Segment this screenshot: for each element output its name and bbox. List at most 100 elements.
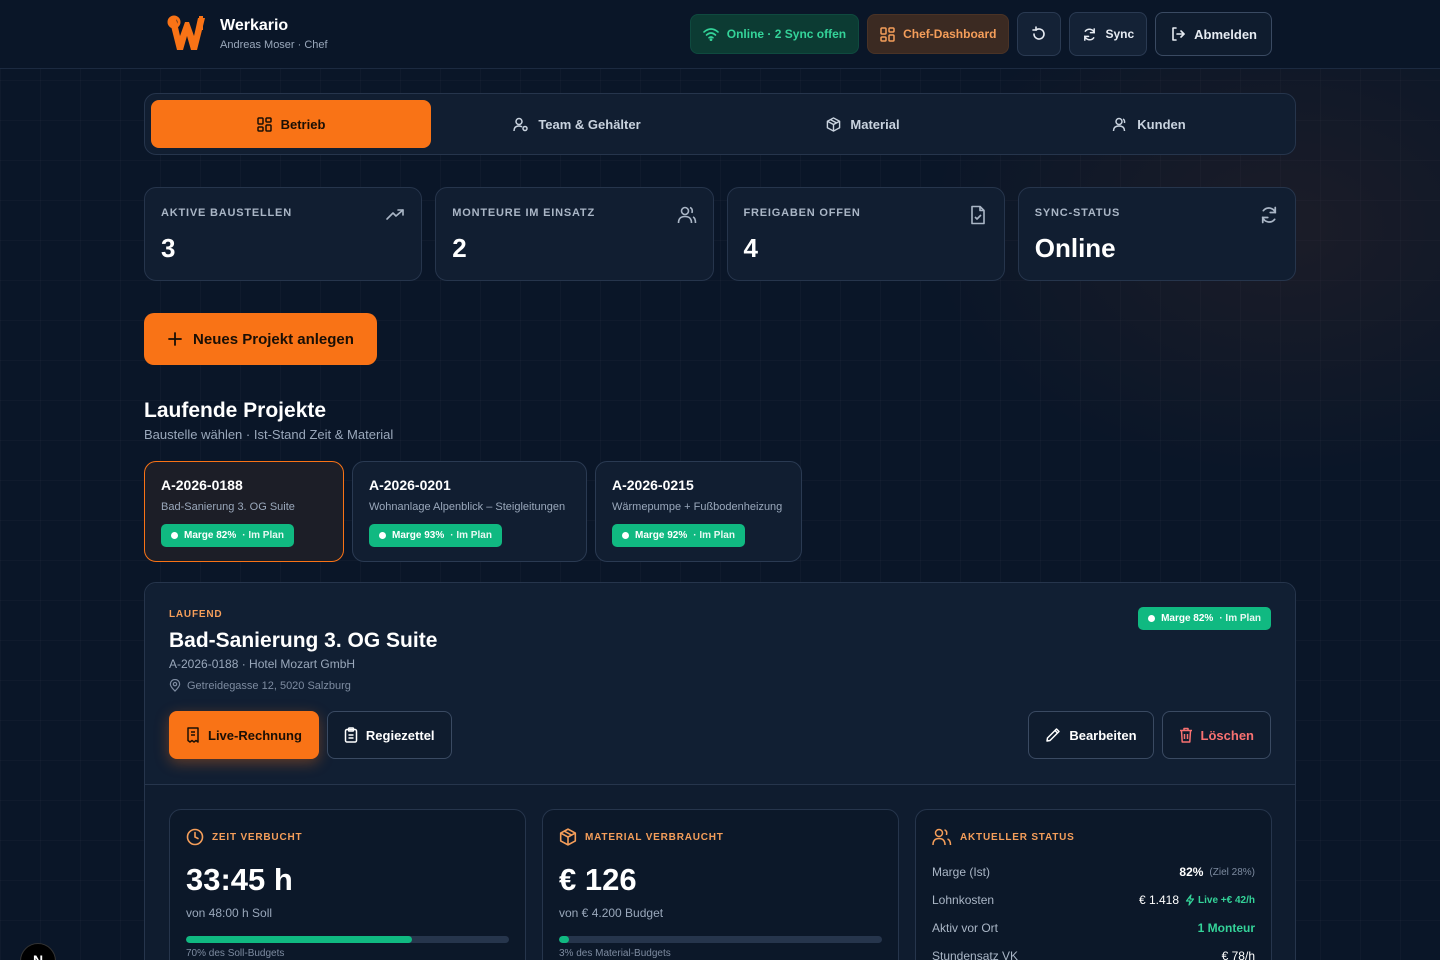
status-dot bbox=[1148, 615, 1156, 622]
new-project-label: Neues Projekt anlegen bbox=[193, 330, 354, 348]
delete-label: Löschen bbox=[1200, 727, 1254, 743]
primary-actions: Live-Rechnung Regiezettel bbox=[169, 711, 452, 759]
users-icon bbox=[1113, 117, 1126, 131]
online-status-label: Online · 2 Sync offen bbox=[726, 27, 847, 41]
project-card[interactable]: A-2026-0215 Wärmepumpe + Fußbodenheizung… bbox=[595, 461, 802, 562]
project-address: Getreidegasse 12, 5020 Salzburg bbox=[169, 679, 351, 692]
project-name: Bad-Sanierung 3. OG Suite bbox=[161, 501, 295, 513]
live-invoice-label: Live-Rechnung bbox=[208, 727, 302, 743]
detail-header: LAUFEND Bad-Sanierung 3. OG Suite A-2026… bbox=[145, 583, 1295, 785]
receipt-icon bbox=[187, 727, 199, 743]
marge-value: 82% bbox=[1179, 865, 1204, 879]
marge-badge: Marge 82% · Im Plan bbox=[1138, 607, 1271, 630]
logout-icon bbox=[1172, 27, 1185, 41]
box-icon bbox=[559, 828, 577, 846]
plan-label: · Im Plan bbox=[1219, 613, 1261, 624]
plan-label: · Im Plan bbox=[242, 530, 284, 541]
clock-icon bbox=[186, 828, 204, 846]
plan-label: · Im Plan bbox=[693, 530, 735, 541]
top-bar: Werkario Andreas Moser · Chef Online · 2… bbox=[0, 0, 1440, 69]
trash-icon bbox=[1179, 727, 1192, 743]
live-invoice-button[interactable]: Live-Rechnung bbox=[169, 711, 319, 759]
kpi-value: 2 bbox=[452, 233, 467, 263]
project-list: A-2026-0188 Bad-Sanierung 3. OG Suite Ma… bbox=[144, 461, 802, 562]
project-title: Bad-Sanierung 3. OG Suite bbox=[169, 629, 438, 652]
time-progress-fill bbox=[186, 936, 413, 943]
kpi-freigaben[interactable]: FREIGABEN OFFEN 4 bbox=[726, 187, 1005, 281]
project-id: A-2026-0215 bbox=[612, 477, 694, 493]
delete-button[interactable]: Löschen bbox=[1161, 711, 1271, 759]
chef-dashboard-button[interactable]: Chef-Dashboard bbox=[867, 14, 1010, 54]
users-icon bbox=[932, 828, 952, 846]
time-card: ZEIT VERBUCHT 33:45 h von 48:00 h Soll 7… bbox=[169, 809, 526, 960]
status-card: AKTUELLER STATUS Marge (Ist) 82% (Ziel 2… bbox=[915, 809, 1272, 960]
new-project-button[interactable]: Neues Projekt anlegen bbox=[144, 313, 377, 365]
time-card-label: ZEIT VERBUCHT bbox=[186, 828, 509, 846]
status-row-aktiv: Aktiv vor Ort 1 Monteur bbox=[932, 914, 1255, 942]
tab-team[interactable]: Team & Gehälter bbox=[437, 100, 717, 148]
marge-label: Marge 82% bbox=[184, 530, 237, 541]
projects-title: Laufende Projekte bbox=[144, 399, 327, 422]
time-progress-caption: 70% des Soll-Budgets bbox=[186, 948, 285, 959]
project-card[interactable]: A-2026-0201 Wohnanlage Alpenblick – Stei… bbox=[352, 461, 587, 562]
time-progress-bar bbox=[186, 936, 509, 943]
map-pin-icon bbox=[169, 679, 181, 692]
live-rate: Live +€ 42/h bbox=[1185, 894, 1255, 906]
project-name: Wohnanlage Alpenblick – Steigleitungen bbox=[369, 501, 566, 513]
kpi-aktive-baustellen[interactable]: AKTIVE BAUSTELLEN 3 bbox=[144, 187, 423, 281]
row-key: Stundensatz VK bbox=[932, 949, 1019, 960]
refresh-icon bbox=[1084, 27, 1096, 41]
pencil-icon bbox=[1046, 728, 1061, 742]
satz-value: € 78/h bbox=[1221, 949, 1255, 960]
plus-icon bbox=[168, 332, 182, 346]
bolt-icon bbox=[1185, 894, 1195, 906]
edit-label: Bearbeiten bbox=[1069, 727, 1137, 743]
kpi-label: SYNC-STATUS bbox=[1034, 207, 1121, 219]
kpi-sync-status[interactable]: SYNC-STATUS Online bbox=[1017, 187, 1296, 281]
row-key: Marge (Ist) bbox=[932, 865, 991, 879]
wifi-icon bbox=[702, 28, 719, 41]
kpi-value: 3 bbox=[161, 233, 176, 263]
tab-material[interactable]: Material bbox=[723, 100, 1003, 148]
marge-badge: Marge 93% · Im Plan bbox=[369, 524, 502, 547]
project-status: LAUFEND bbox=[169, 609, 223, 620]
marge-target: (Ziel 28%) bbox=[1209, 866, 1255, 878]
status-dot bbox=[622, 532, 629, 539]
address-text: Getreidegasse 12, 5020 Salzburg bbox=[187, 679, 351, 692]
grid-icon bbox=[880, 26, 895, 42]
tab-betrieb[interactable]: Betrieb bbox=[151, 100, 431, 148]
material-progress-caption: 3% des Material-Budgets bbox=[559, 948, 671, 959]
clipboard-icon bbox=[344, 727, 358, 743]
kpi-monteure[interactable]: MONTEURE IM EINSATZ 2 bbox=[435, 187, 714, 281]
time-sub: von 48:00 h Soll bbox=[186, 906, 273, 920]
brand[interactable]: Werkario Andreas Moser · Chef bbox=[166, 14, 328, 54]
dev-indicator-badge[interactable]: N bbox=[20, 943, 56, 960]
marge-label: Marge 82% bbox=[1161, 613, 1214, 624]
kpi-label: AKTIVE BAUSTELLEN bbox=[161, 207, 292, 219]
project-card[interactable]: A-2026-0188 Bad-Sanierung 3. OG Suite Ma… bbox=[144, 461, 344, 562]
row-key: Lohnkosten bbox=[932, 893, 995, 907]
regiezettel-button[interactable]: Regiezettel bbox=[326, 711, 452, 759]
status-dot bbox=[171, 532, 178, 539]
secondary-actions: Bearbeiten Löschen bbox=[1028, 711, 1271, 759]
tab-kunden[interactable]: Kunden bbox=[1009, 100, 1289, 148]
kpi-value: 4 bbox=[743, 233, 758, 263]
trending-up-icon bbox=[386, 209, 405, 220]
projects-subtitle: Baustelle wählen · Ist-Stand Zeit & Mate… bbox=[144, 427, 394, 442]
material-progress-fill bbox=[559, 936, 569, 943]
edit-button[interactable]: Bearbeiten bbox=[1028, 711, 1154, 759]
tab-label: Kunden bbox=[1137, 116, 1186, 132]
user-line: Andreas Moser · Chef bbox=[220, 39, 328, 51]
kpi-label: FREIGABEN OFFEN bbox=[743, 207, 861, 219]
top-actions: Online · 2 Sync offen Chef-Dashboard Syn… bbox=[689, 12, 1272, 56]
tab-label: Material bbox=[850, 116, 900, 132]
sync-button[interactable]: Sync bbox=[1069, 12, 1148, 56]
marge-label: Marge 92% bbox=[635, 530, 688, 541]
undo-button[interactable] bbox=[1017, 12, 1062, 56]
status-dot bbox=[379, 532, 386, 539]
online-status-pill[interactable]: Online · 2 Sync offen bbox=[689, 14, 860, 54]
logout-button[interactable]: Abmelden bbox=[1155, 12, 1272, 56]
file-check-icon bbox=[970, 205, 985, 225]
project-name: Wärmepumpe + Fußbodenheizung bbox=[612, 501, 783, 513]
grid-icon bbox=[256, 116, 272, 132]
